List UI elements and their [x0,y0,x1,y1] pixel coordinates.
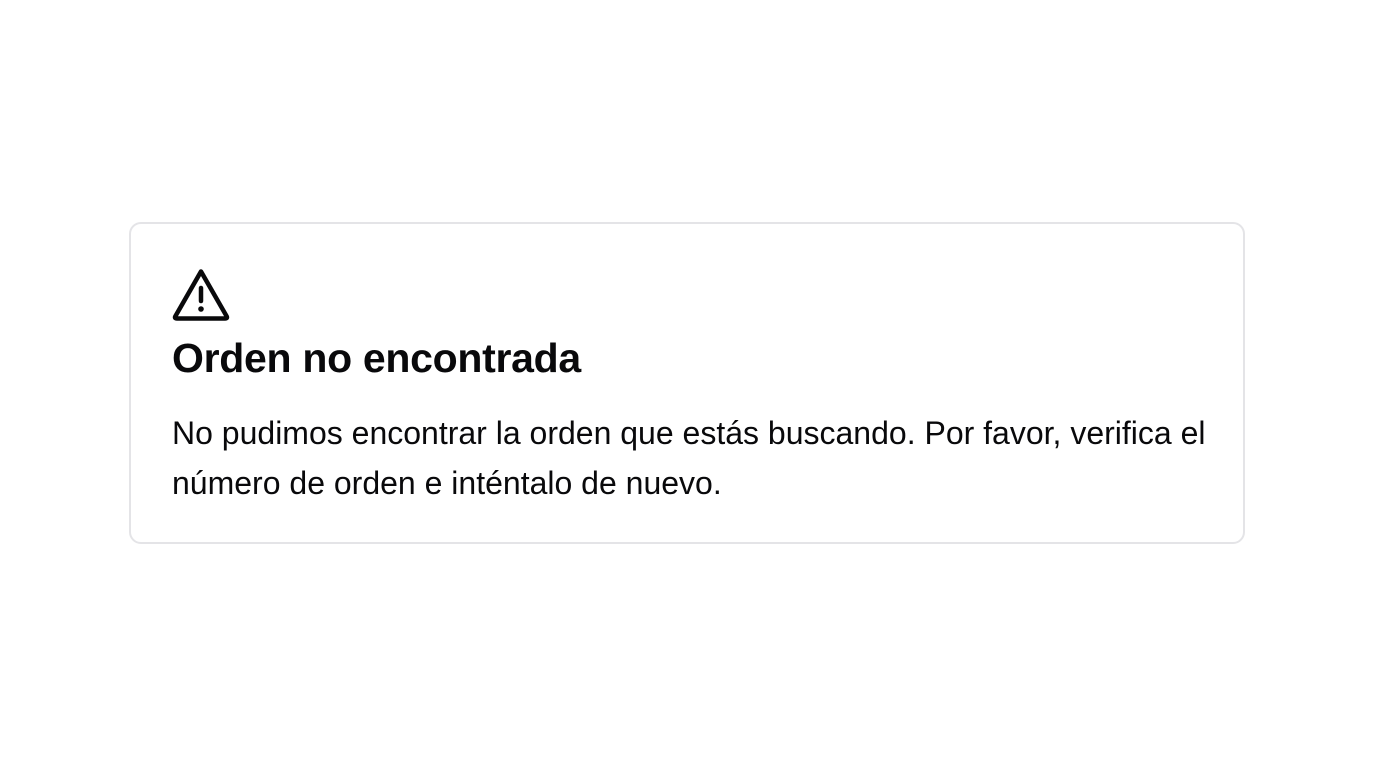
warning-triangle-icon [172,268,230,322]
order-not-found-alert: Orden no encontrada No pudimos encontrar… [129,222,1245,544]
alert-description: No pudimos encontrar la orden que estás … [172,415,1206,501]
alert-title: Orden no encontrada [172,335,581,381]
page: Orden no encontrada No pudimos encontrar… [0,0,1376,768]
